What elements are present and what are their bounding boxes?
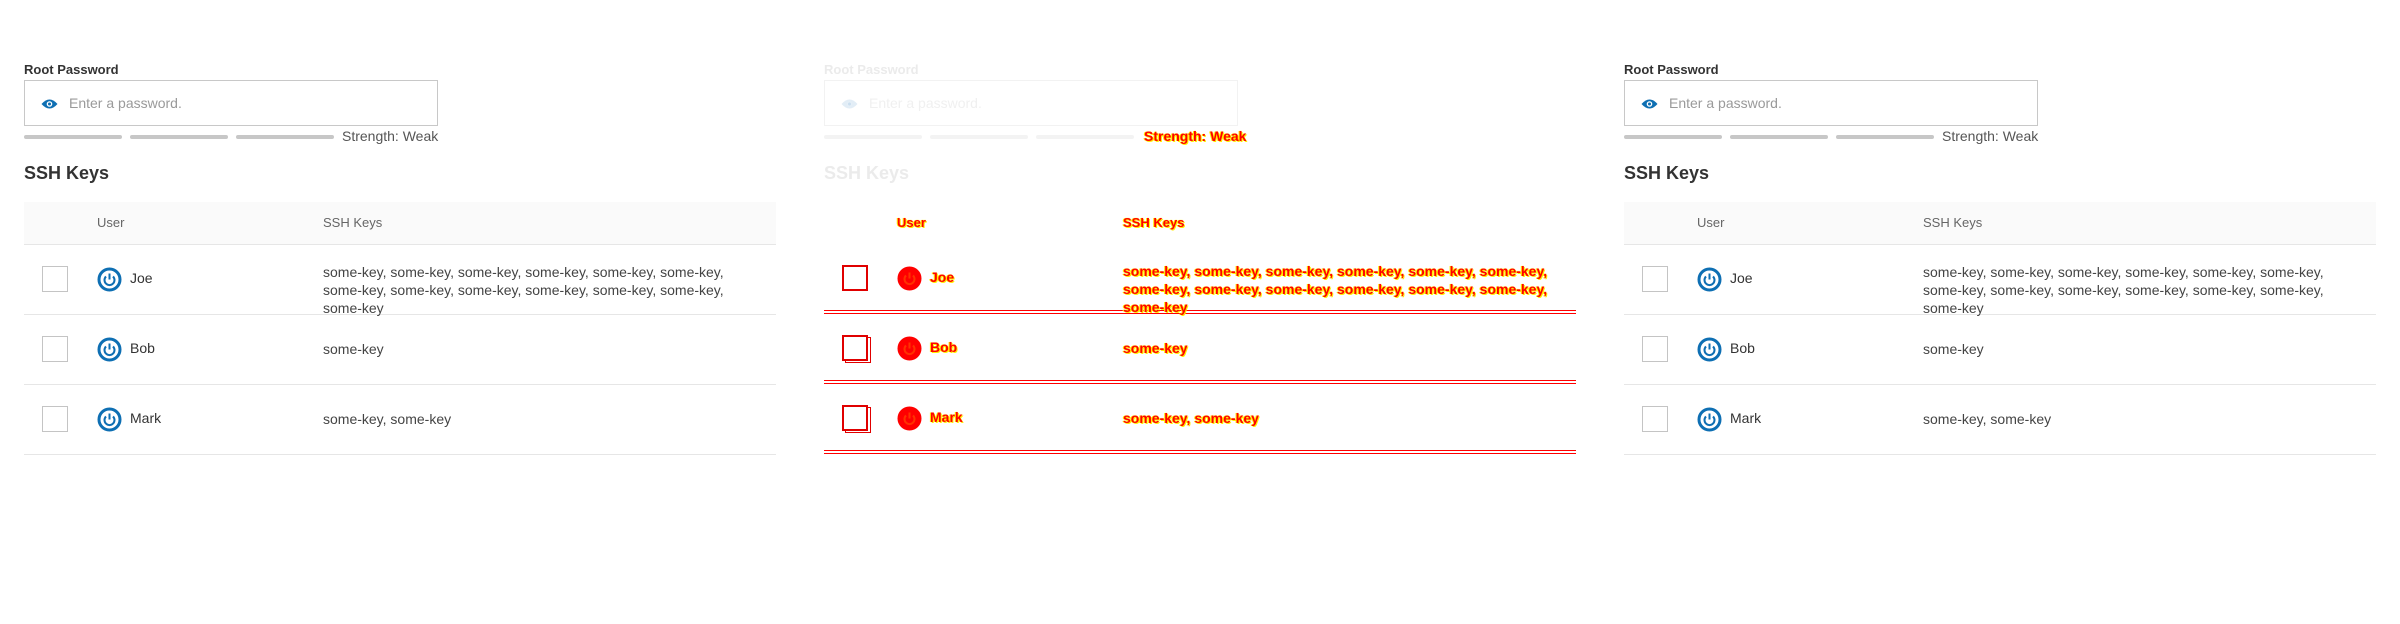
table-row[interactable]: Joe some-key, some-key, some-key, some-k… — [824, 244, 1576, 315]
password-strength-text: Strength: Weak — [1942, 128, 2039, 144]
eye-icon[interactable] — [41, 97, 58, 109]
row-user-name: Mark — [930, 409, 963, 425]
table-row[interactable]: Mark some-key, some-key — [24, 385, 776, 455]
row-checkbox[interactable] — [842, 405, 868, 431]
panel-expected: Root Password Strength: Weak SSH Keys Us… — [24, 0, 804, 624]
user-power-icon — [97, 267, 122, 292]
eye-icon[interactable] — [841, 97, 858, 109]
root-password-label: Root Password — [1624, 62, 1719, 77]
table-row[interactable]: Joe some-key, some-key, some-key, some-k… — [1624, 245, 2376, 316]
row-checkbox[interactable] — [842, 265, 868, 291]
row-user-name: Bob — [130, 340, 155, 356]
column-header-user: User — [97, 215, 125, 230]
table-row[interactable]: Bob some-key — [1624, 315, 2376, 385]
row-user-name: Mark — [130, 410, 162, 426]
root-password-input[interactable] — [69, 92, 409, 114]
row-checkbox[interactable] — [42, 266, 68, 292]
user-power-icon — [897, 266, 922, 291]
ssh-keys-table: User SSH Keys Joe some-key, some-key, so… — [1624, 202, 2376, 455]
user-power-icon — [1697, 267, 1722, 292]
user-power-icon — [897, 406, 922, 431]
row-ssh-keys: some-key, some-key — [323, 411, 452, 427]
strength-meter-segment — [130, 135, 228, 139]
root-password-field[interactable] — [24, 80, 438, 126]
row-ssh-keys: some-key — [323, 341, 384, 357]
user-power-icon — [1697, 337, 1722, 362]
table-row[interactable]: Mark some-key, some-key — [824, 384, 1576, 454]
root-password-field[interactable] — [824, 80, 1238, 126]
row-ssh-keys: some-key, some-key — [1923, 411, 2052, 427]
panel-diff: Root Password Strength: Weak SSH Keys Us… — [824, 0, 1604, 624]
table-row[interactable]: Bob some-key — [824, 314, 1576, 384]
strength-meter-segment — [1730, 135, 1828, 139]
panel-actual: Root Password Strength: Weak SSH Keys Us… — [1624, 0, 2400, 624]
user-power-icon — [897, 336, 922, 361]
row-checkbox[interactable] — [1642, 336, 1668, 362]
row-checkbox[interactable] — [42, 406, 68, 432]
user-power-icon — [97, 407, 122, 432]
ssh-keys-heading: SSH Keys — [824, 163, 910, 183]
row-checkbox[interactable] — [1642, 406, 1668, 432]
table-header: User SSH Keys — [824, 202, 1576, 244]
column-header-ssh-keys: SSH Keys — [1923, 215, 1983, 230]
table-row[interactable]: Joe some-key, some-key, some-key, some-k… — [24, 245, 776, 316]
password-strength-text: Strength: Weak — [1144, 128, 1247, 144]
ssh-keys-table: User SSH Keys Joe some-key, some-key, so… — [824, 202, 1576, 454]
root-password-input[interactable] — [1669, 92, 2009, 114]
ssh-keys-heading: SSH Keys — [24, 163, 110, 183]
ssh-keys-heading: SSH Keys — [1624, 163, 1710, 183]
row-user-name: Bob — [930, 339, 958, 355]
row-user-name: Joe — [1730, 270, 1753, 286]
strength-meter-segment — [1624, 135, 1722, 139]
table-row[interactable]: Bob some-key — [24, 315, 776, 385]
row-checkbox[interactable] — [42, 336, 68, 362]
row-user-name: Joe — [930, 269, 955, 285]
strength-meter-segment — [236, 135, 334, 139]
user-power-icon — [97, 337, 122, 362]
row-ssh-keys: some-key — [1123, 340, 1188, 356]
row-user-name: Joe — [130, 270, 153, 286]
column-header-user: User — [1697, 215, 1725, 230]
row-checkbox[interactable] — [1642, 266, 1668, 292]
strength-meter-segment — [824, 135, 922, 139]
strength-meter-segment — [1836, 135, 1934, 139]
column-header-ssh-keys: SSH Keys — [323, 215, 383, 230]
strength-meter-segment — [930, 135, 1028, 139]
row-user-name: Mark — [1730, 410, 1762, 426]
row-ssh-keys: some-key, some-key, some-key, some-key, … — [323, 264, 724, 316]
table-header: User SSH Keys — [24, 202, 776, 245]
row-checkbox[interactable] — [842, 335, 868, 361]
column-header-ssh-keys: SSH Keys — [1123, 215, 1185, 230]
table-header: User SSH Keys — [1624, 202, 2376, 245]
row-ssh-keys: some-key, some-key, some-key, some-key, … — [1923, 264, 2324, 316]
root-password-label: Root Password — [824, 62, 919, 77]
root-password-label: Root Password — [24, 62, 119, 77]
row-ssh-keys: some-key, some-key — [1123, 410, 1259, 426]
strength-meter-segment — [1036, 135, 1134, 139]
column-header-user: User — [897, 215, 926, 230]
table-row[interactable]: Mark some-key, some-key — [1624, 385, 2376, 455]
row-ssh-keys: some-key — [1923, 341, 1984, 357]
row-user-name: Bob — [1730, 340, 1755, 356]
eye-icon[interactable] — [1641, 97, 1658, 109]
root-password-input[interactable] — [869, 92, 1209, 114]
user-power-icon — [1697, 407, 1722, 432]
password-strength-text: Strength: Weak — [342, 128, 439, 144]
strength-meter-segment — [24, 135, 122, 139]
root-password-field[interactable] — [1624, 80, 2038, 126]
row-ssh-keys: some-key, some-key, some-key, some-key, … — [1123, 263, 1548, 315]
ssh-keys-table: User SSH Keys Joe some-key, some-key, so… — [24, 202, 776, 455]
